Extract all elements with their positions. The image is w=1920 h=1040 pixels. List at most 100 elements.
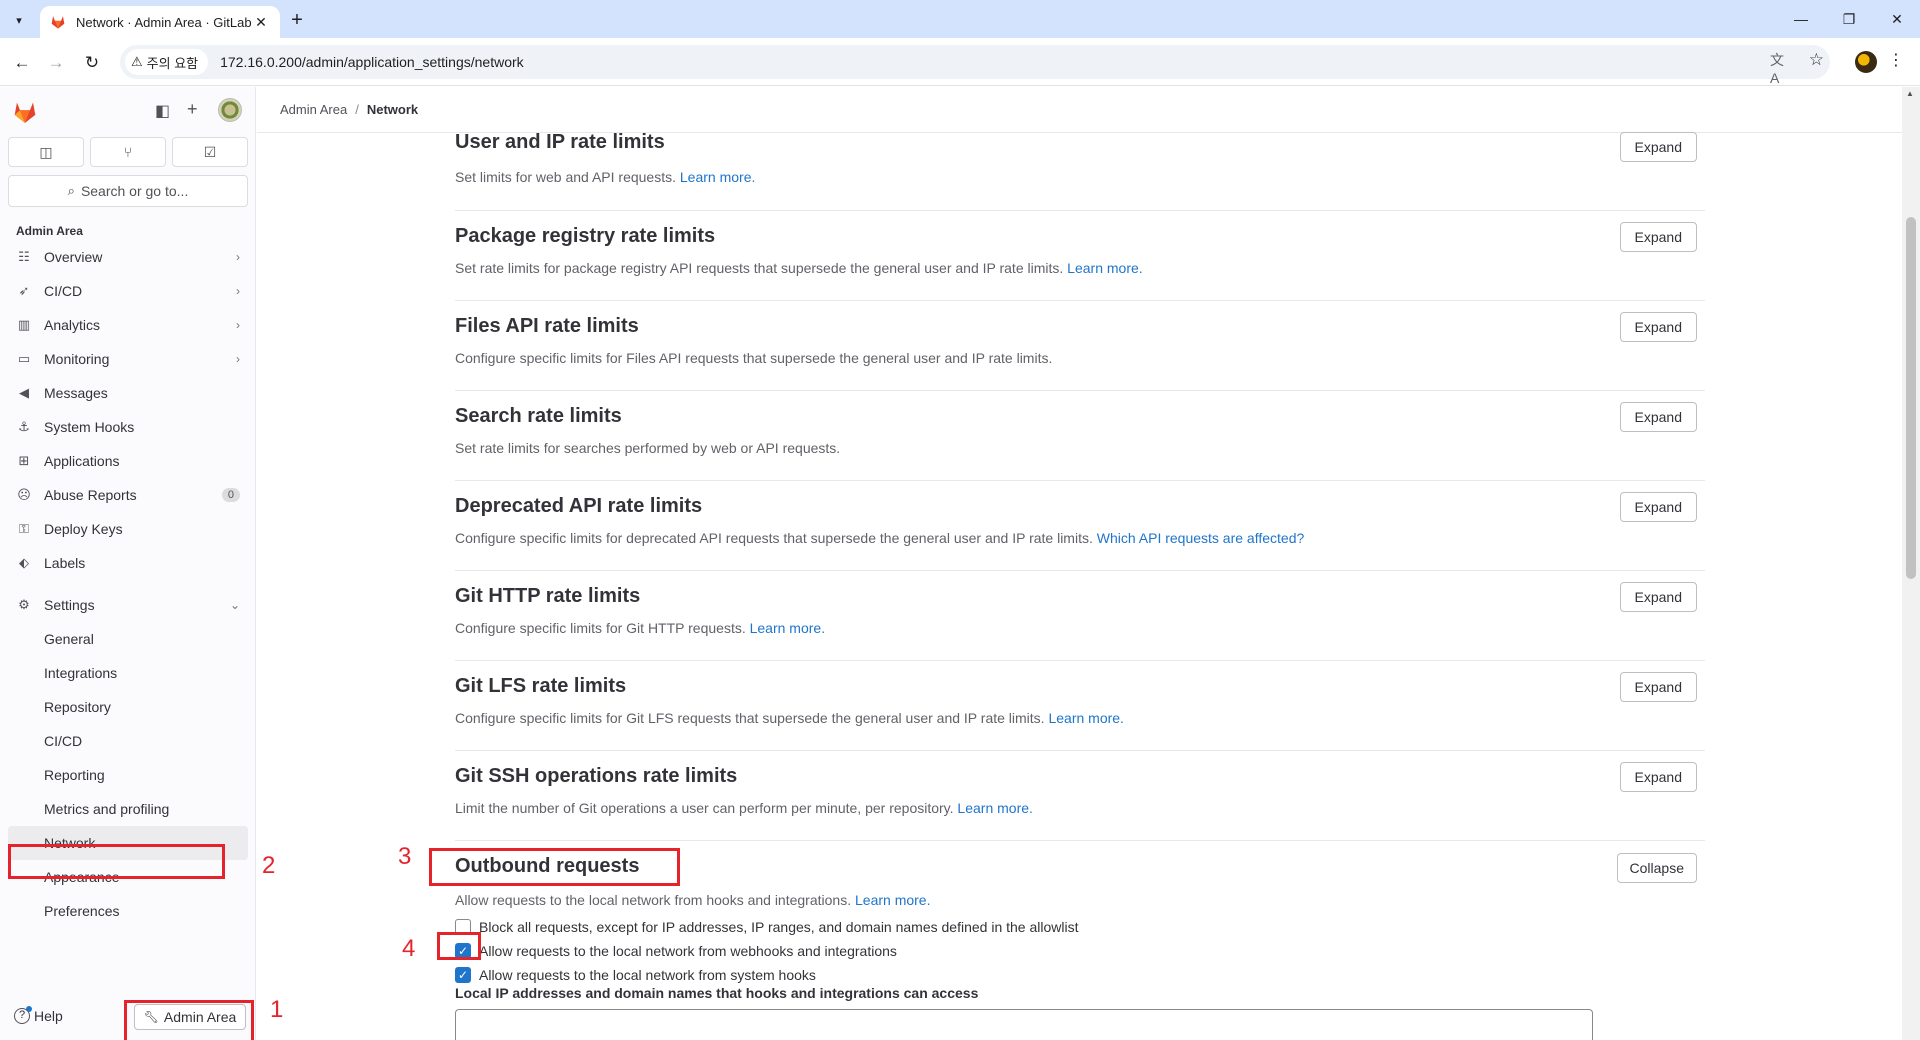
sidebar-item-label: Applications bbox=[44, 453, 120, 469]
translate-icon[interactable]: 文A bbox=[1770, 50, 1790, 86]
tab-search-button[interactable]: ▾ bbox=[6, 8, 32, 32]
search-icon: ⌕ bbox=[67, 183, 75, 198]
question-icon: ? bbox=[14, 1006, 32, 1024]
sidebar-subitem-metrics[interactable]: Metrics and profiling bbox=[8, 792, 248, 826]
learn-more-link[interactable]: Learn more. bbox=[1048, 710, 1123, 726]
learn-more-link[interactable]: Learn more. bbox=[750, 620, 825, 636]
help-label: Help bbox=[34, 1008, 63, 1024]
section-description: Set limits for web and API requests. Lea… bbox=[455, 169, 756, 185]
section-description: Limit the number of Git operations a use… bbox=[455, 800, 1033, 816]
breadcrumb: Admin Area / Network bbox=[257, 87, 1902, 133]
chevron-right-icon: › bbox=[236, 284, 240, 298]
annotation-number-2: 2 bbox=[262, 852, 276, 879]
block-all-requests-checkbox-row[interactable]: Block all requests, except for IP addres… bbox=[455, 919, 1078, 935]
expand-button[interactable]: Expand bbox=[1619, 402, 1697, 432]
expand-button[interactable]: Expand bbox=[1619, 582, 1697, 612]
sidebar-subitem-preferences[interactable]: Preferences bbox=[8, 894, 248, 928]
expand-button[interactable]: Expand bbox=[1619, 762, 1697, 792]
applications-icon: ⊞ bbox=[18, 453, 30, 468]
expand-button[interactable]: Expand bbox=[1619, 312, 1697, 342]
sidebar-item-messages[interactable]: ◀ Messages bbox=[8, 376, 248, 410]
forward-button[interactable]: → bbox=[44, 51, 68, 75]
allow-webhooks-checkbox-row[interactable]: ✓ Allow requests to the local network fr… bbox=[455, 943, 897, 959]
minimize-button[interactable]: — bbox=[1778, 6, 1824, 32]
close-window-button[interactable]: ✕ bbox=[1874, 6, 1920, 32]
learn-more-link[interactable]: Learn more. bbox=[855, 892, 930, 908]
section-title: Package registry rate limits bbox=[455, 225, 716, 247]
url-text[interactable]: 172.16.0.200/admin/application_settings/… bbox=[220, 54, 524, 70]
breadcrumb-admin-area[interactable]: Admin Area bbox=[280, 102, 347, 117]
learn-more-link[interactable]: Learn more. bbox=[680, 169, 755, 185]
sidebar-subitem-repository[interactable]: Repository bbox=[8, 690, 248, 724]
section-description: Allow requests to the local network from… bbox=[455, 892, 931, 908]
label-icon: ⬖ bbox=[19, 555, 29, 570]
create-new-icon[interactable]: + bbox=[187, 99, 198, 120]
anchor-icon: ⚓ bbox=[18, 419, 30, 434]
section-title: Deprecated API rate limits bbox=[455, 495, 703, 517]
sidebar-item-system-hooks[interactable]: ⚓ System Hooks bbox=[8, 410, 248, 444]
sidebar-subitem-general[interactable]: General bbox=[8, 622, 248, 656]
reload-button[interactable]: ↻ bbox=[80, 51, 104, 75]
chevron-right-icon: › bbox=[236, 250, 240, 264]
back-button[interactable]: ← bbox=[10, 51, 34, 75]
annotation-number-4: 4 bbox=[402, 935, 416, 962]
sidebar-item-monitoring[interactable]: ▭ Monitoring › bbox=[8, 342, 248, 376]
tab-close-icon[interactable]: ✕ bbox=[252, 14, 270, 31]
issues-counter-icon[interactable]: ◫ bbox=[8, 137, 84, 167]
settings-section-user-ip-rate-limits: User and IP rate limits Expand Set limit… bbox=[455, 131, 1705, 211]
gitlab-logo-icon[interactable] bbox=[12, 99, 38, 125]
expand-button[interactable]: Expand bbox=[1619, 132, 1697, 162]
sidebar-item-overview[interactable]: ☷ Overview › bbox=[8, 240, 248, 274]
learn-more-link[interactable]: Learn more. bbox=[1067, 260, 1142, 276]
security-label: 주의 요함 bbox=[146, 55, 199, 71]
sidebar-item-analytics[interactable]: ▥ Analytics › bbox=[8, 308, 248, 342]
collapse-sidebar-icon[interactable]: ◧ bbox=[155, 101, 170, 121]
browser-menu-icon[interactable]: ⋮ bbox=[1888, 50, 1904, 70]
sidebar-nav: ☷ Overview › ➶ CI/CD › ▥ Analytics › ▭ M… bbox=[8, 240, 248, 928]
scroll-up-arrow-icon[interactable]: ▲ bbox=[1906, 89, 1914, 98]
sidebar-item-deploy-keys[interactable]: ⚿ Deploy Keys bbox=[8, 512, 248, 546]
learn-more-link[interactable]: Learn more. bbox=[957, 800, 1032, 816]
allow-system-hooks-checkbox[interactable]: ✓ bbox=[455, 967, 471, 983]
search-button[interactable]: ⌕ Search or go to... bbox=[8, 175, 248, 207]
sidebar-item-settings[interactable]: ⚙ Settings ⌄ bbox=[8, 588, 248, 622]
expand-button[interactable]: Expand bbox=[1619, 222, 1697, 252]
section-description: Configure specific limits for deprecated… bbox=[455, 530, 1305, 546]
collapse-button[interactable]: Collapse bbox=[1616, 853, 1697, 883]
sidebar-item-label: Monitoring bbox=[44, 351, 110, 367]
monitor-icon: ▭ bbox=[17, 351, 31, 366]
expand-button[interactable]: Expand bbox=[1619, 672, 1697, 702]
sidebar-item-abuse-reports[interactable]: ☹ Abuse Reports 0 bbox=[8, 478, 248, 512]
profile-avatar[interactable] bbox=[1855, 51, 1877, 73]
sidebar-item-labels[interactable]: ⬖ Labels bbox=[8, 546, 248, 580]
sidebar-item-cicd[interactable]: ➶ CI/CD › bbox=[8, 274, 248, 308]
todos-counter-icon[interactable]: ☑ bbox=[172, 137, 248, 167]
user-avatar[interactable] bbox=[218, 98, 242, 122]
section-title: Files API rate limits bbox=[455, 315, 639, 337]
address-bar[interactable]: ⚠ 주의 요함 172.16.0.200/admin/application_s… bbox=[120, 45, 1830, 79]
merge-requests-counter-icon[interactable]: ⑂ bbox=[90, 137, 166, 167]
allowlist-textarea[interactable] bbox=[455, 1009, 1593, 1040]
sidebar-subitem-cicd[interactable]: CI/CD bbox=[8, 724, 248, 758]
allow-system-hooks-checkbox-row[interactable]: ✓ Allow requests to the local network fr… bbox=[455, 967, 816, 983]
sidebar-item-applications[interactable]: ⊞ Applications bbox=[8, 444, 248, 478]
restore-button[interactable]: ❐ bbox=[1826, 6, 1872, 32]
checkbox-label: Allow requests to the local network from… bbox=[479, 943, 897, 959]
count-badge: 0 bbox=[221, 488, 240, 502]
help-button[interactable]: ? Help bbox=[14, 1006, 63, 1024]
checkbox-label: Allow requests to the local network from… bbox=[479, 967, 816, 983]
breadcrumb-current[interactable]: Network bbox=[367, 102, 418, 117]
sidebar-subitem-integrations[interactable]: Integrations bbox=[8, 656, 248, 690]
browser-tab[interactable]: Network · Admin Area · GitLab ✕ bbox=[40, 6, 280, 38]
settings-content: User and IP rate limits Expand Set limit… bbox=[455, 131, 1705, 1040]
new-tab-button[interactable]: + bbox=[284, 9, 310, 33]
security-chip[interactable]: ⚠ 주의 요함 bbox=[125, 49, 209, 75]
page-scrollbar[interactable]: ▲ bbox=[1902, 87, 1920, 1040]
section-title: Git LFS rate limits bbox=[455, 675, 627, 697]
expand-button[interactable]: Expand bbox=[1619, 492, 1697, 522]
scrollbar-thumb[interactable] bbox=[1906, 217, 1916, 579]
section-title: Search rate limits bbox=[455, 405, 622, 427]
affected-requests-link[interactable]: Which API requests are affected? bbox=[1097, 530, 1305, 546]
sidebar-subitem-reporting[interactable]: Reporting bbox=[8, 758, 248, 792]
bookmark-star-icon[interactable]: ☆ bbox=[1809, 50, 1824, 70]
